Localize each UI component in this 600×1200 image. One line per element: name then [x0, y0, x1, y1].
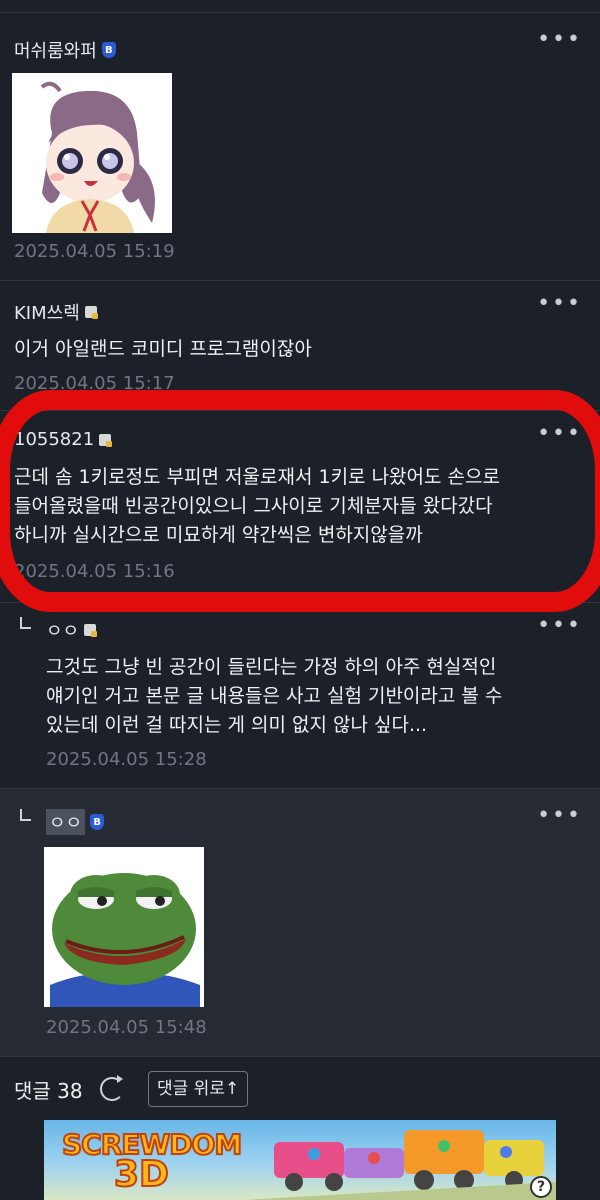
comment-footer: 댓글 38 댓글 위로↑	[0, 1056, 600, 1120]
more-options-icon[interactable]: •••	[537, 29, 582, 51]
more-options-icon[interactable]: •••	[537, 805, 582, 827]
author-name[interactable]: 머쉬룸와퍼	[14, 37, 97, 63]
author-name[interactable]: ㅇㅇ	[46, 809, 86, 835]
comment-timestamp: 2025.04.05 15:48	[46, 1017, 207, 1038]
comment-text-line: 하니까 실시간으로 미묘하게 약간씩은 변하지않을까	[14, 524, 423, 546]
author-name[interactable]: ㅇㅇ	[46, 617, 79, 643]
reply-item: ㅇㅇ B ••• 2025.04.05 15:48	[0, 788, 600, 1056]
sticker-image[interactable]	[12, 73, 172, 233]
comment-text: 근데 솜 1키로정도 부피면 저울로재서 1키로 나왔어도 손으로 들어올렸을때…	[14, 463, 594, 550]
gallery-badge-icon: B	[90, 814, 105, 830]
reply-arrow-icon	[20, 617, 31, 629]
ad-banner[interactable]: SCREWDOM 3D ?	[44, 1120, 556, 1200]
comment-author[interactable]: ㅇㅇ	[46, 617, 98, 643]
comment-text: 그것도 그냥 빈 공간이 들린다는 가정 하의 아주 현실적인 얘기인 거고 본…	[46, 653, 596, 740]
comment-timestamp: 2025.04.05 15:19	[14, 241, 175, 262]
more-options-icon[interactable]: •••	[537, 293, 582, 315]
comment-item: 머쉬룸와퍼 B ••• 2025.04.05 15:19	[0, 12, 600, 280]
gallery-badge-icon: B	[101, 42, 116, 58]
comment-author[interactable]: ㅇㅇ B	[46, 809, 105, 835]
comment-author[interactable]: 1055821	[14, 429, 113, 450]
anime-girl-sticker-icon	[12, 73, 172, 233]
comment-item: 1055821 ••• 근데 솜 1키로정도 부피면 저울로재서 1키로 나왔어…	[0, 410, 600, 602]
reply-arrow-icon	[20, 809, 31, 821]
comment-count: 댓글 38	[14, 1079, 83, 1103]
comment-timestamp: 2025.04.05 15:17	[14, 373, 175, 394]
comment-text: 이거 아일랜드 코미디 프로그램이잖아	[14, 338, 312, 360]
more-options-icon[interactable]: •••	[537, 615, 582, 637]
reply-item: ㅇㅇ ••• 그것도 그냥 빈 공간이 들린다는 가정 하의 아주 현실적인 얘…	[0, 602, 600, 788]
ad-logo-subtext: 3D	[113, 1153, 170, 1196]
pepe-frog-sticker-icon	[44, 847, 204, 1007]
sticker-image[interactable]	[44, 847, 204, 1007]
comment-author[interactable]: 머쉬룸와퍼 B	[14, 37, 116, 63]
scroll-to-comments-button[interactable]: 댓글 위로↑	[148, 1071, 249, 1107]
author-name[interactable]: 1055821	[14, 429, 94, 450]
refresh-icon[interactable]	[100, 1075, 124, 1101]
help-icon[interactable]: ?	[530, 1176, 552, 1198]
comment-text-line: 들어올렸을때 빈공간이있으니 그사이로 기체분자들 왔다갔다	[14, 495, 493, 517]
fixed-nick-badge-icon	[84, 624, 98, 637]
comment-author[interactable]: KIM쓰렉	[14, 299, 98, 325]
author-name[interactable]: KIM쓰렉	[14, 299, 80, 325]
comment-text-line: 근데 솜 1키로정도 부피면 저울로재서 1키로 나왔어도 손으로	[14, 466, 500, 488]
comment-text-line: 있는데 이런 걸 따지는 게 의미 없지 않나 싶다...	[46, 714, 428, 736]
comment-item: KIM쓰렉 ••• 이거 아일랜드 코미디 프로그램이잖아 2025.04.05…	[0, 280, 600, 410]
comment-timestamp: 2025.04.05 15:28	[46, 749, 207, 770]
comment-text-line: 그것도 그냥 빈 공간이 들린다는 가정 하의 아주 현실적인	[46, 656, 497, 678]
fixed-nick-badge-icon	[99, 433, 113, 447]
comment-text-line: 얘기인 거고 본문 글 내용들은 사고 실험 기반이라고 볼 수	[46, 685, 503, 707]
fixed-nick-badge-icon	[84, 306, 98, 319]
more-options-icon[interactable]: •••	[537, 423, 582, 445]
comment-timestamp: 2025.04.05 15:16	[14, 561, 175, 582]
